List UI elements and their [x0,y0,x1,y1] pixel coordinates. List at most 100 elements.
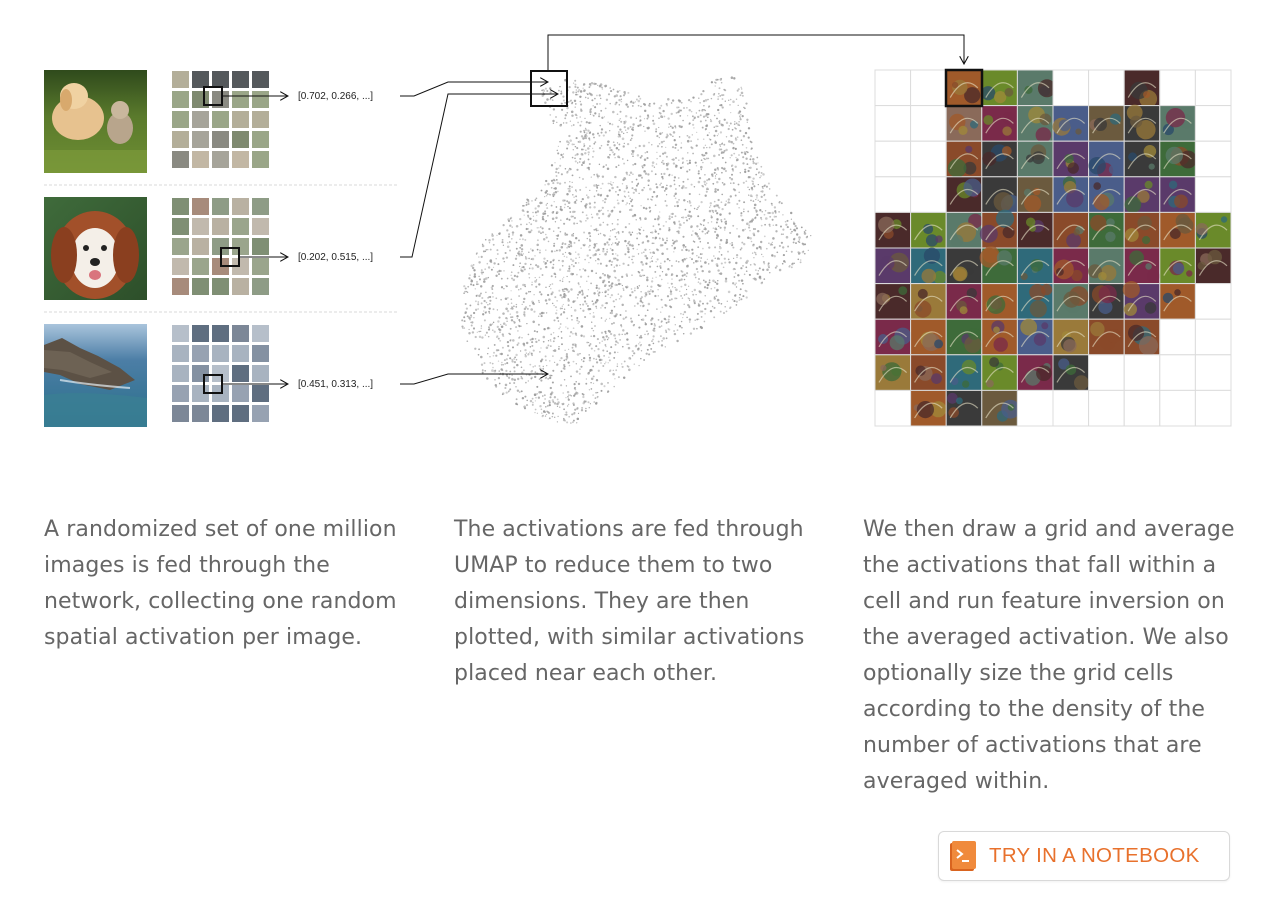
scatter-point [509,382,511,385]
scatter-point [538,227,540,229]
scatter-point [597,263,599,265]
scatter-point [476,331,478,333]
scatter-point [746,151,749,154]
scatter-point [604,252,607,256]
scatter-point [551,412,554,415]
scatter-point [490,268,493,271]
scatter-point [599,223,602,227]
tile-texture [970,120,979,129]
scatter-point [768,242,770,244]
scatter-point [556,421,559,423]
scatter-point [595,284,598,287]
scatter-point [655,130,658,133]
scatter-point [745,270,748,273]
scatter-point [681,162,684,164]
scatter-point [610,311,614,315]
scatter-point [558,249,562,252]
scatter-point [567,205,569,208]
scatter-point [517,377,520,381]
scatter-point [644,248,647,251]
scatter-point [762,255,764,258]
scatter-point [658,136,660,139]
scatter-point [478,261,481,264]
scatter-point [511,359,513,361]
scatter-point [564,290,566,292]
scatter-point [564,167,567,170]
scatter-point [567,201,571,204]
tile-texture [1090,214,1107,232]
scatter-point [584,96,587,99]
scatter-point [696,235,700,238]
scatter-point [617,148,620,151]
tile-texture [990,297,1002,310]
scatter-point [483,280,486,283]
scatter-point [509,241,511,243]
scatter-point [614,175,617,179]
scatter-point [589,313,591,315]
scatter-point [481,336,484,339]
scatter-point [549,91,552,94]
scatter-point [600,331,604,334]
scatter-point [531,283,533,286]
scatter-point [621,345,624,348]
scatter-point [481,244,485,248]
scatter-point [585,378,588,380]
tile-texture [1195,223,1208,236]
scatter-point [608,330,611,333]
activation-tile [192,198,209,215]
scatter-point [627,127,630,130]
scatter-point [541,415,544,418]
scatter-point [585,382,588,385]
scatter-point [506,362,509,365]
scatter-point [607,274,609,276]
scatter-point [581,291,584,294]
scatter-point [738,120,740,123]
scatter-point [483,299,486,303]
scatter-point [614,157,616,159]
scatter-point [598,184,600,187]
scatter-point [662,159,664,162]
scatter-point [713,134,716,137]
scatter-point [782,246,785,249]
scatter-point [687,214,690,217]
scatter-point [517,324,520,327]
scatter-point [593,228,596,231]
scatter-point [592,394,594,396]
scatter-point [536,393,538,395]
scatter-point [590,388,593,390]
scatter-point [803,252,806,255]
scatter-point [800,226,803,229]
scatter-point [546,293,550,297]
scatter-point [639,123,642,127]
scatter-point [707,222,709,224]
scatter-point [710,221,713,223]
scatter-point [738,154,740,156]
scatter-point [689,256,691,259]
scatter-point [631,231,634,234]
scatter-point [576,168,579,171]
scatter-point [609,287,612,290]
scatter-point [594,141,597,144]
scatter-point [566,111,569,114]
scatter-point [616,142,619,144]
scatter-point [612,181,614,184]
scatter-point [694,276,697,279]
scatter-point [604,295,607,297]
scatter-point [573,350,575,353]
scatter-selection-box [530,70,568,107]
scatter-point [610,293,614,297]
activation-tile [172,345,189,362]
scatter-point [682,333,685,335]
scatter-point [668,315,671,318]
scatter-point [540,293,543,296]
try-in-notebook-button[interactable]: TRY IN A NOTEBOOK [938,831,1230,881]
scatter-point [745,102,748,105]
scatter-point [552,340,555,343]
scatter-point [702,302,704,305]
scatter-point [677,149,679,151]
scatter-point [518,320,521,323]
scatter-point [670,298,673,301]
scatter-point [530,377,533,380]
scatter-point [505,391,508,394]
scatter-point [501,393,504,396]
